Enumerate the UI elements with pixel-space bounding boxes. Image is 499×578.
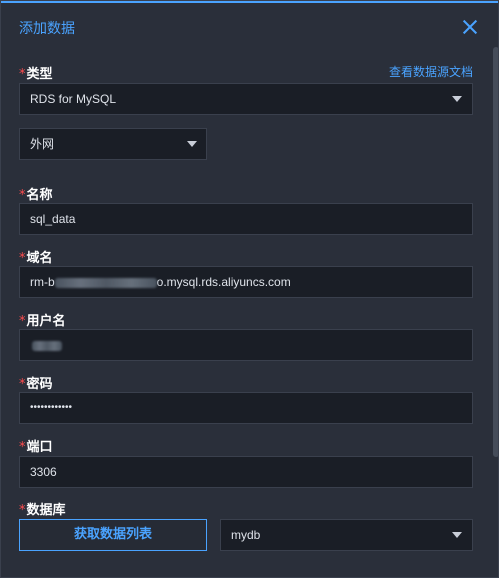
domain-label: *域名 — [19, 247, 53, 266]
fetch-database-list-button[interactable]: 获取数据列表 — [19, 519, 207, 551]
chevron-down-icon — [187, 141, 197, 147]
name-input-value: sql_data — [30, 212, 76, 226]
name-label-text: 名称 — [26, 188, 53, 203]
chevron-down-icon — [452, 96, 462, 102]
network-select[interactable]: 外网 — [19, 128, 207, 160]
port-label-text: 端口 — [26, 440, 53, 455]
required-mark: * — [19, 251, 26, 266]
password-label-text: 密码 — [26, 377, 53, 392]
add-data-dialog: 添加数据 *类型 查看数据源文档 RDS for MySQL 外网 *名称 sq… — [0, 0, 499, 578]
required-mark: * — [19, 440, 26, 455]
domain-value-suffix: o.mysql.rds.aliyuncs.com — [156, 275, 291, 289]
network-select-value: 外网 — [30, 137, 55, 151]
port-input[interactable]: 3306 — [19, 456, 473, 488]
required-mark: * — [19, 188, 26, 203]
required-mark: * — [19, 314, 26, 329]
password-input[interactable]: •••••••••••• — [19, 392, 473, 424]
chevron-down-icon — [452, 532, 462, 538]
scrollbar[interactable] — [493, 47, 498, 457]
redacted-blur — [54, 277, 157, 288]
dialog-title: 添加数据 — [19, 21, 75, 37]
database-label: *数据库 — [19, 499, 66, 518]
domain-value-prefix: rm-b — [30, 275, 55, 289]
dialog-header: 添加数据 — [1, 3, 498, 47]
password-label: *密码 — [19, 373, 53, 392]
close-icon[interactable] — [462, 19, 478, 35]
type-label-text: 类型 — [26, 67, 53, 82]
domain-input[interactable]: rm-b o.mysql.rds.aliyuncs.com — [19, 266, 473, 298]
username-label-text: 用户名 — [26, 314, 66, 329]
database-select-value: mydb — [231, 528, 261, 542]
view-datasource-doc-link[interactable]: 查看数据源文档 — [389, 63, 473, 80]
database-select[interactable]: mydb — [220, 519, 473, 551]
domain-label-text: 域名 — [26, 251, 53, 266]
database-label-text: 数据库 — [26, 503, 66, 518]
port-label: *端口 — [19, 436, 53, 455]
redacted-blur — [32, 340, 62, 351]
required-mark: * — [19, 503, 26, 518]
required-mark: * — [19, 377, 26, 392]
password-input-value: •••••••••••• — [30, 402, 73, 413]
required-mark: * — [19, 67, 26, 82]
username-label: *用户名 — [19, 310, 66, 329]
type-label: *类型 — [19, 63, 53, 82]
name-input[interactable]: sql_data — [19, 203, 473, 235]
port-input-value: 3306 — [30, 465, 57, 479]
name-label: *名称 — [19, 184, 53, 203]
type-select-value: RDS for MySQL — [30, 92, 117, 106]
type-select[interactable]: RDS for MySQL — [19, 83, 473, 115]
username-input[interactable] — [19, 329, 473, 361]
